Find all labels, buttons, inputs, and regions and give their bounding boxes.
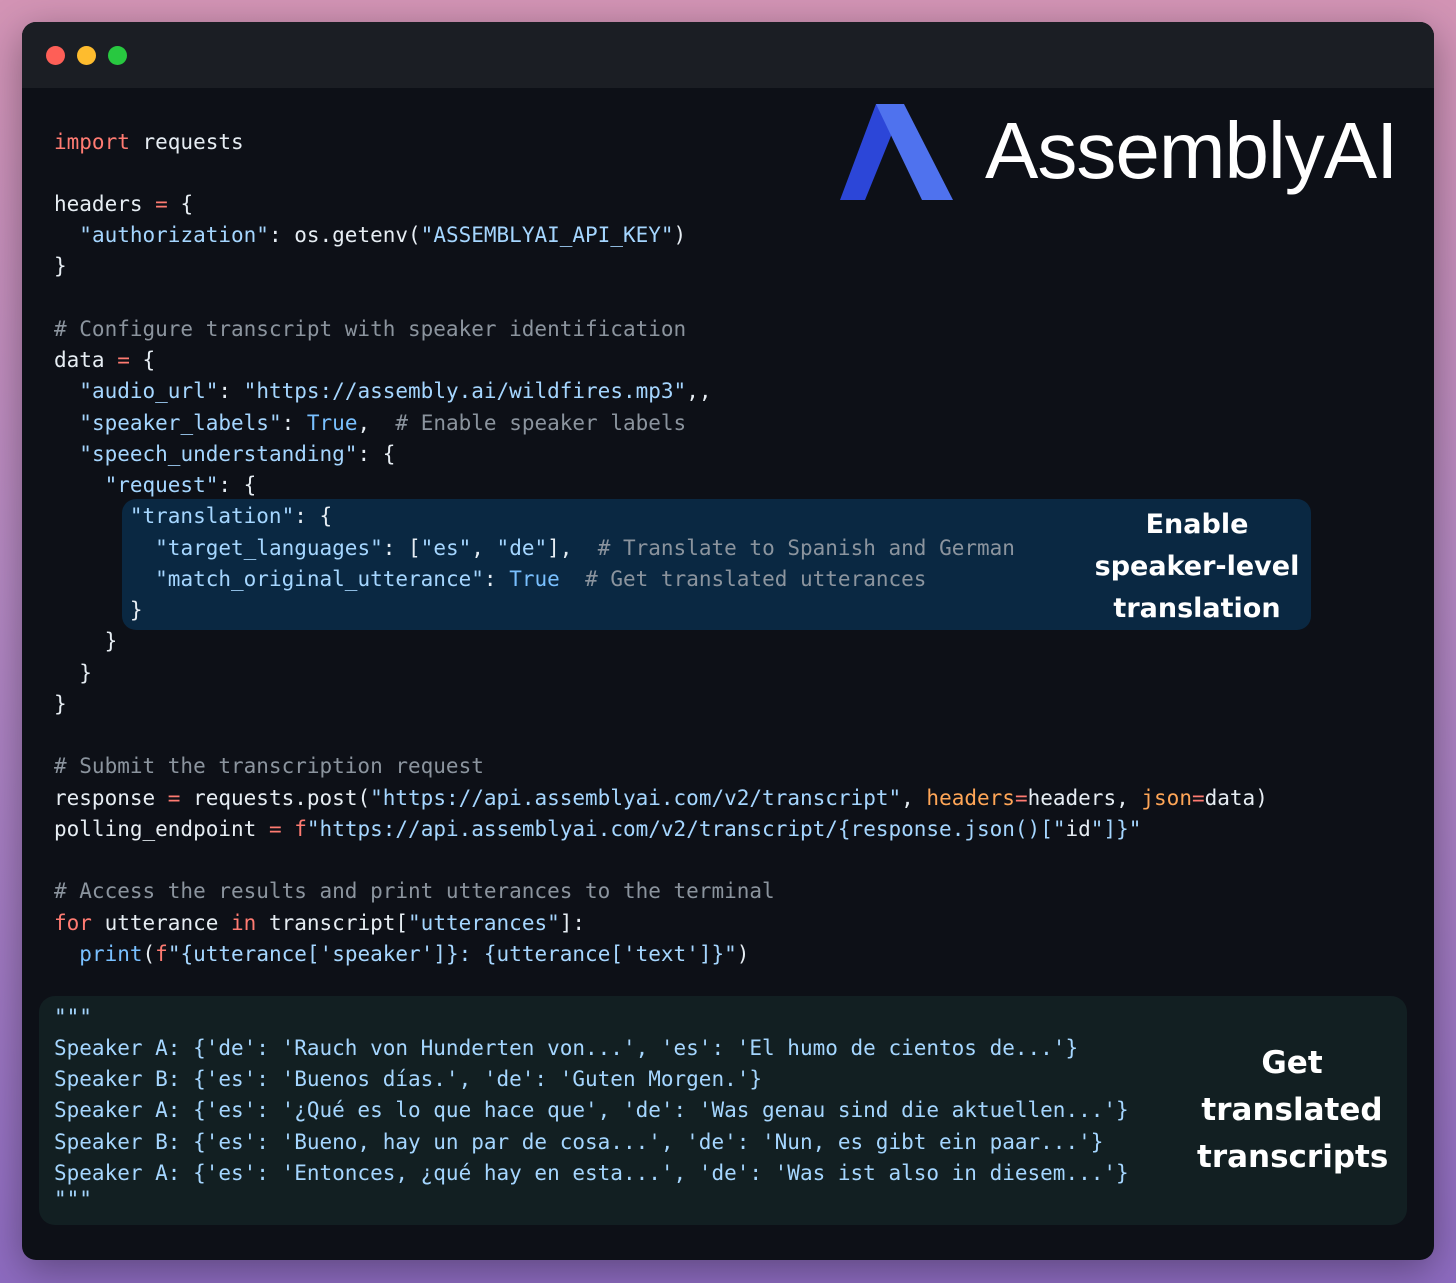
code-line: } xyxy=(54,629,118,653)
code-line: response = requests.post("https://api.as… xyxy=(54,786,1268,810)
code-comment: # Configure transcript with speaker iden… xyxy=(54,317,687,341)
code-line: "match_original_utterance": True # Get t… xyxy=(155,567,927,591)
code-line: "audio_url": "https://assembly.ai/wildfi… xyxy=(79,379,712,403)
output-line: Speaker A: {'es': '¿Qué es lo que hace q… xyxy=(54,1098,1129,1122)
code-line: "translation": { xyxy=(129,504,333,528)
output-line: Speaker B: {'es': 'Buenos días.', 'de': … xyxy=(54,1067,763,1091)
window-titlebar xyxy=(22,22,1434,88)
output-line: Speaker A: {'es': 'Entonces, ¿qué hay en… xyxy=(54,1161,1129,1185)
code-line: data = { xyxy=(54,348,156,372)
code-line: "speech_understanding": { xyxy=(79,442,396,466)
callout-line: Enable xyxy=(1145,509,1249,540)
code-line: } xyxy=(54,661,92,685)
code-line: polling_endpoint = f"https://api.assembl… xyxy=(54,817,1142,841)
assemblyai-logo: AssemblyAI xyxy=(840,98,1420,208)
callout-line: Get xyxy=(1261,1045,1323,1081)
output-line: Speaker B: {'es': 'Bueno, hay un par de … xyxy=(54,1130,1104,1154)
callout-get-transcripts: Get translated transcripts xyxy=(1197,1040,1389,1181)
code-line: headers = { xyxy=(54,192,194,216)
callout-line: transcripts xyxy=(1197,1139,1389,1175)
callout-line: translation xyxy=(1113,593,1281,624)
output-close-quotes: """ xyxy=(54,1187,92,1211)
code-line: } xyxy=(54,692,67,716)
code-line: "target_languages": ["es", "de"], # Tran… xyxy=(155,536,1015,560)
code-line: "request": { xyxy=(104,473,257,497)
code-line: "speaker_labels": True, # Enable speaker… xyxy=(79,411,687,435)
code-comment: # Submit the transcription request xyxy=(54,754,484,778)
code-window: AssemblyAI import requests headers = { "… xyxy=(22,22,1434,1260)
code-line: } xyxy=(54,254,67,278)
code-line: import requests xyxy=(54,130,244,154)
code-line: "authorization": os.getenv("ASSEMBLYAI_A… xyxy=(79,223,687,247)
code-comment: # Access the results and print utterance… xyxy=(54,879,775,903)
maximize-window-button[interactable] xyxy=(108,46,127,65)
code-line: } xyxy=(54,598,143,622)
logo-wordmark: AssemblyAI xyxy=(985,106,1398,195)
callout-line: translated xyxy=(1201,1092,1383,1128)
minimize-window-button[interactable] xyxy=(77,46,96,65)
assemblyai-logo-icon xyxy=(840,104,953,200)
code-line: for utterance in transcript["utterances"… xyxy=(54,911,586,935)
callout-line: speaker-level xyxy=(1094,551,1300,582)
code-line: print(f"{utterance['speaker']}: {utteran… xyxy=(79,942,750,966)
output-open-quotes: """ xyxy=(54,1005,92,1029)
callout-enable-translation: Enable speaker-level translation xyxy=(1092,504,1302,630)
close-window-button[interactable] xyxy=(46,46,65,65)
output-line: Speaker A: {'de': 'Rauch von Hunderten v… xyxy=(54,1036,1079,1060)
